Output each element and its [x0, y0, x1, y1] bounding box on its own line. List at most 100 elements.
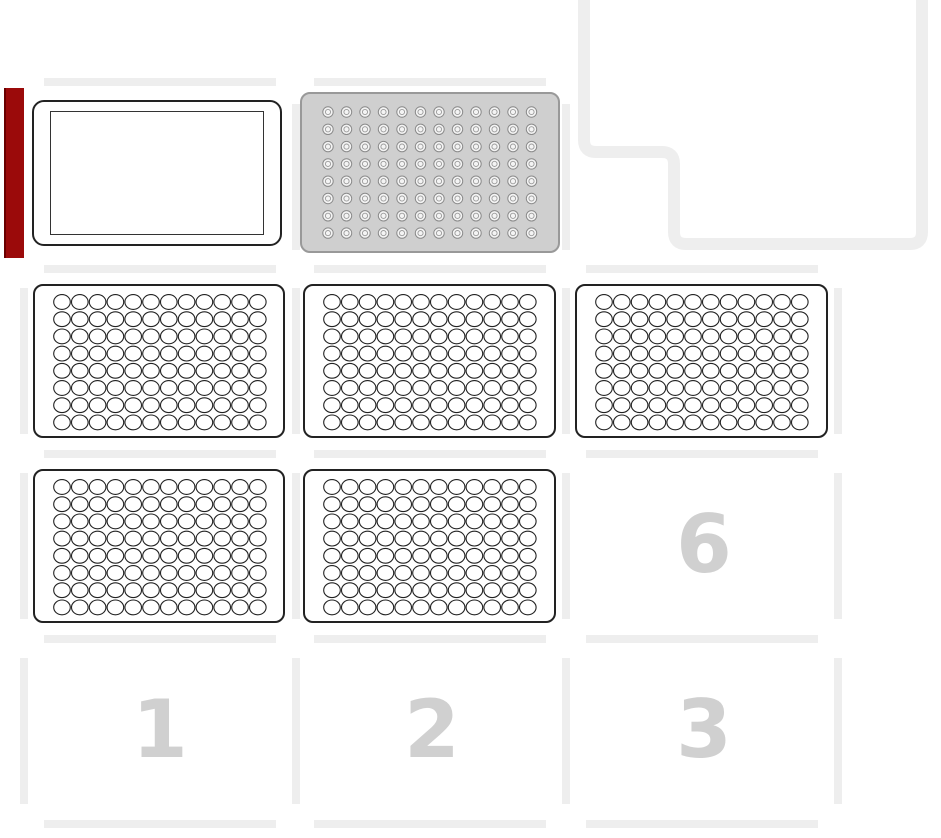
well: [701, 362, 720, 379]
tip: [451, 227, 464, 239]
well: [323, 565, 341, 581]
well: [70, 479, 89, 495]
well: [142, 547, 160, 564]
tip-box-slot-10[interactable]: [32, 100, 282, 246]
well: [142, 380, 160, 396]
tip-rack-slot-11[interactable]: [300, 92, 560, 253]
tip: [507, 123, 519, 135]
well: [376, 362, 395, 379]
well: [412, 599, 430, 616]
well: [88, 513, 107, 530]
well: [340, 599, 359, 616]
well: [323, 547, 341, 564]
well: [790, 294, 809, 310]
well: [213, 311, 232, 328]
tip: [396, 123, 408, 135]
well: [447, 414, 466, 431]
tip: [470, 192, 482, 205]
tip: [488, 175, 501, 187]
well: [53, 530, 71, 547]
well: [790, 328, 809, 345]
well: [518, 345, 537, 362]
well: [88, 479, 107, 495]
well: [53, 599, 71, 616]
well: [177, 414, 196, 431]
tip: [433, 123, 445, 135]
well: [159, 345, 178, 362]
well: [159, 565, 178, 581]
well-plate-slot-9[interactable]: [575, 284, 828, 438]
well: [412, 479, 430, 495]
well: [340, 496, 359, 513]
well: [501, 479, 519, 495]
tip: [340, 106, 353, 118]
well: [124, 345, 143, 362]
well: [483, 362, 502, 379]
well: [648, 311, 667, 328]
tip: [377, 175, 390, 187]
well: [630, 414, 649, 431]
well: [358, 530, 377, 547]
well: [213, 397, 232, 414]
well: [70, 565, 89, 581]
well: [483, 547, 502, 564]
well: [53, 328, 71, 345]
well: [213, 565, 232, 581]
well: [483, 496, 502, 513]
well: [719, 294, 738, 310]
well: [177, 328, 196, 345]
well: [412, 496, 430, 513]
well: [142, 479, 160, 495]
well: [231, 565, 249, 581]
well: [465, 530, 484, 547]
tip: [414, 140, 427, 153]
well: [518, 479, 537, 495]
well: [483, 380, 502, 396]
well-plate-slot-4[interactable]: [33, 469, 285, 623]
well: [358, 513, 377, 530]
well: [412, 328, 430, 345]
well: [719, 345, 738, 362]
well: [447, 547, 466, 564]
well: [142, 513, 160, 530]
well: [684, 414, 702, 431]
tip: [451, 175, 464, 187]
well: [53, 294, 71, 310]
well: [142, 328, 160, 345]
well-plate-slot-8[interactable]: [303, 284, 556, 438]
tip: [470, 158, 482, 170]
well: [465, 496, 484, 513]
tip: [414, 210, 427, 222]
well: [340, 530, 359, 547]
well: [465, 345, 484, 362]
well-plate-slot-5[interactable]: [303, 469, 556, 623]
well: [159, 513, 178, 530]
well: [518, 565, 537, 581]
well: [323, 582, 341, 599]
well: [70, 294, 89, 310]
slot-label-2: 2: [404, 683, 460, 776]
well: [447, 599, 466, 616]
well: [465, 294, 484, 310]
well-plate-slot-7[interactable]: [33, 284, 285, 438]
well: [394, 362, 413, 379]
well: [465, 328, 484, 345]
well: [358, 311, 377, 328]
tip: [377, 210, 390, 222]
well: [177, 530, 196, 547]
well: [394, 513, 413, 530]
tip: [470, 106, 482, 118]
well: [106, 547, 125, 564]
well: [340, 547, 359, 564]
well: [394, 397, 413, 414]
tip: [507, 192, 519, 205]
well: [195, 328, 214, 345]
tip: [488, 140, 501, 153]
fixed-trash[interactable]: [576, 0, 932, 260]
tip: [433, 106, 445, 118]
well: [666, 380, 685, 396]
well: [53, 565, 71, 581]
well: [612, 311, 631, 328]
well: [465, 513, 484, 530]
well: [483, 397, 502, 414]
